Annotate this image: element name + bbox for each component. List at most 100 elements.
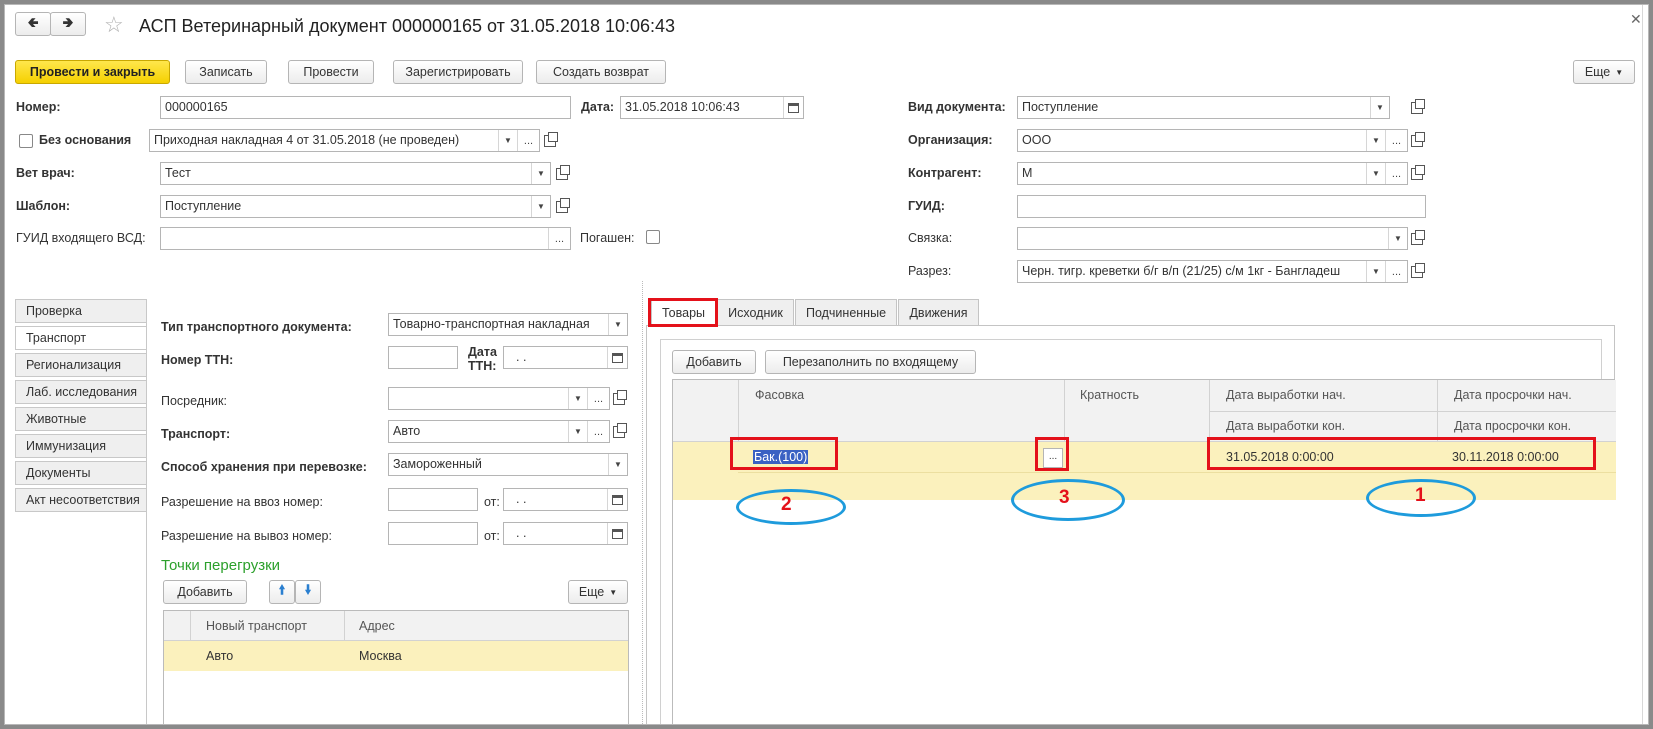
dropdown-icon[interactable]: ▼ — [1388, 228, 1407, 249]
tab-source[interactable]: Исходник — [717, 299, 794, 325]
counterparty-field[interactable]: М ▼... — [1017, 162, 1408, 185]
repaid-checkbox[interactable] — [646, 230, 660, 244]
import-date-field[interactable]: . . — [503, 488, 628, 511]
open-icon[interactable] — [1408, 162, 1426, 185]
move-up-button[interactable]: 🠙 — [269, 580, 295, 604]
select-dots-button[interactable]: ... — [1385, 163, 1407, 184]
more-button[interactable]: Еще ▼ — [1573, 60, 1635, 84]
incoming-guid-field[interactable]: ... — [160, 227, 571, 250]
back-button[interactable]: 🢀 — [15, 12, 51, 36]
import-permit-label: Разрешение на ввоз номер: — [161, 495, 323, 509]
export-date-field[interactable]: . . — [503, 522, 628, 545]
date-field[interactable]: 31.05.2018 10:06:43 — [620, 96, 804, 119]
forward-button[interactable]: 🢂 — [50, 12, 86, 36]
reload-add-button[interactable]: Добавить — [163, 580, 247, 604]
highlight-goods-tab — [648, 298, 718, 327]
number-field[interactable]: 000000165 — [160, 96, 571, 119]
open-icon[interactable] — [1408, 96, 1426, 119]
dropdown-icon[interactable]: ▼ — [608, 314, 627, 335]
side-tab-documents[interactable]: Документы — [15, 461, 147, 485]
open-icon[interactable] — [610, 387, 628, 410]
col-exp-end: Дата просрочки кон. — [1454, 419, 1572, 433]
side-tab-transport[interactable]: Транспорт — [15, 326, 147, 350]
dropdown-icon[interactable]: ▼ — [568, 388, 587, 409]
section-field[interactable]: Черн. тигр. креветки б/г в/п (21/25) с/м… — [1017, 260, 1408, 283]
ttn-date-label: Дата ТТН: — [468, 345, 497, 373]
star-icon[interactable]: ☆ — [104, 12, 124, 38]
open-icon[interactable] — [1408, 260, 1426, 283]
guid-field[interactable] — [1017, 195, 1426, 218]
write-button[interactable]: Записать — [185, 60, 267, 84]
organization-field[interactable]: ООО ▼... — [1017, 129, 1408, 152]
open-icon[interactable] — [1408, 227, 1426, 250]
number-label: Номер: — [16, 100, 61, 114]
template-label: Шаблон: — [16, 199, 71, 213]
export-permit-field[interactable] — [388, 522, 478, 545]
select-dots-button[interactable]: ... — [1385, 261, 1407, 282]
select-dots-button[interactable]: ... — [1385, 130, 1407, 151]
tab-movements[interactable]: Движения — [898, 299, 979, 325]
link-field[interactable]: ▼ — [1017, 227, 1408, 250]
intermediary-field[interactable]: ▼... — [388, 387, 610, 410]
register-button[interactable]: Зарегистрировать — [393, 60, 523, 84]
side-tab-animals[interactable]: Животные — [15, 407, 147, 431]
side-tab-nonconformity[interactable]: Акт несоответствия — [15, 488, 147, 512]
create-return-button[interactable]: Создать возврат — [536, 60, 666, 84]
basis-field[interactable]: Приходная накладная 4 от 31.05.2018 (не … — [149, 129, 540, 152]
dropdown-icon[interactable]: ▼ — [531, 163, 550, 184]
highlight-dates — [1207, 437, 1596, 470]
open-icon[interactable] — [1408, 129, 1426, 152]
dropdown-icon[interactable]: ▼ — [1366, 261, 1385, 282]
document-window: 🢀 🢂 ☆ АСП Ветеринарный документ 00000016… — [4, 4, 1649, 725]
transport-field[interactable]: Авто ▼... — [388, 420, 610, 443]
post-and-close-button[interactable]: Провести и закрыть — [15, 60, 170, 84]
dropdown-icon[interactable]: ▼ — [1366, 130, 1385, 151]
no-basis-checkbox[interactable] — [19, 134, 33, 148]
col-new-transport: Новый транспорт — [206, 619, 307, 633]
col-exp-start: Дата просрочки нач. — [1454, 388, 1572, 402]
side-tab-immunization[interactable]: Иммунизация — [15, 434, 147, 458]
side-tab-regionalization[interactable]: Регионализация — [15, 353, 147, 377]
vet-field[interactable]: Тест ▼ — [160, 162, 551, 185]
dropdown-icon[interactable]: ▼ — [531, 196, 550, 217]
post-button[interactable]: Провести — [288, 60, 374, 84]
open-icon[interactable] — [553, 195, 571, 218]
reload-more-button[interactable]: Еще ▼ — [568, 580, 628, 604]
calendar-icon[interactable] — [607, 347, 627, 368]
goods-add-button[interactable]: Добавить — [672, 350, 756, 374]
doc-type-field[interactable]: Поступление ▼ — [1017, 96, 1390, 119]
col-prod-end: Дата выработки кон. — [1226, 419, 1346, 433]
open-icon[interactable] — [610, 420, 628, 443]
ttn-number-field[interactable] — [388, 346, 458, 369]
side-tab-lab[interactable]: Лаб. исследования — [15, 380, 147, 404]
refill-button[interactable]: Перезаполнить по входящему — [765, 350, 976, 374]
calendar-icon[interactable] — [607, 489, 627, 510]
storage-field[interactable]: Замороженный ▼ — [388, 453, 628, 476]
highlight-multiplicity-button — [1035, 437, 1069, 471]
close-icon[interactable]: ✕ — [1630, 11, 1642, 28]
arrow-right-icon: 🢂 — [62, 14, 74, 30]
calendar-icon[interactable] — [783, 97, 803, 118]
dropdown-icon[interactable]: ▼ — [568, 421, 587, 442]
table-row[interactable]: Авто Москва — [164, 641, 628, 671]
dropdown-icon[interactable]: ▼ — [1366, 163, 1385, 184]
intermediary-label: Посредник: — [161, 394, 227, 408]
select-dots-button[interactable]: ... — [587, 421, 609, 442]
dropdown-icon[interactable]: ▼ — [608, 454, 627, 475]
select-dots-button[interactable]: ... — [587, 388, 609, 409]
dropdown-icon[interactable]: ▼ — [1370, 97, 1389, 118]
transport-doc-type-field[interactable]: Товарно-транспортная накладная ▼ — [388, 313, 628, 336]
ttn-date-field[interactable]: . . — [503, 346, 628, 369]
open-icon[interactable] — [541, 129, 559, 152]
dropdown-icon[interactable]: ▼ — [498, 130, 517, 151]
import-permit-field[interactable] — [388, 488, 478, 511]
move-down-button[interactable]: 🠛 — [295, 580, 321, 604]
splitter[interactable] — [642, 281, 643, 724]
calendar-icon[interactable] — [607, 523, 627, 544]
tab-subordinate[interactable]: Подчиненные — [795, 299, 897, 325]
template-field[interactable]: Поступление ▼ — [160, 195, 551, 218]
side-tab-check[interactable]: Проверка — [15, 299, 147, 323]
select-dots-button[interactable]: ... — [517, 130, 539, 151]
open-icon[interactable] — [553, 162, 571, 185]
select-dots-button[interactable]: ... — [548, 228, 570, 249]
